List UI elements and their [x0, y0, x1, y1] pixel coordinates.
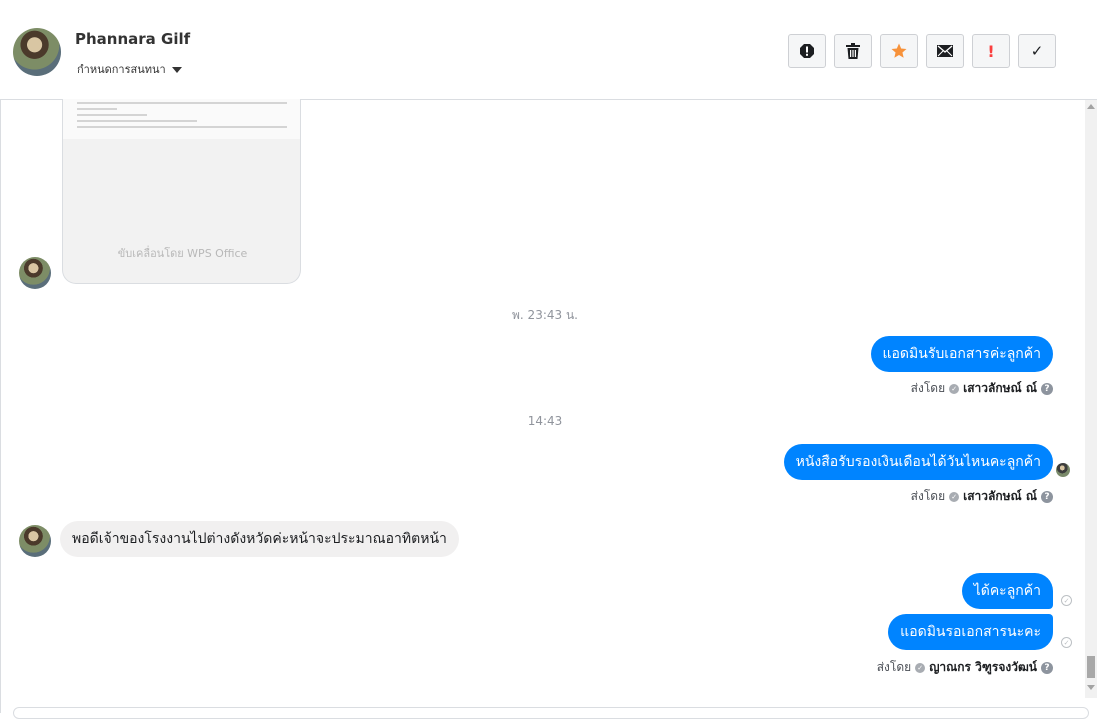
- header-actions: ! ✓: [788, 34, 1056, 68]
- outgoing-message[interactable]: หนังสือรับรองเงินเดือนได้วันไหนคะลูกค้า: [783, 444, 1053, 480]
- envelope-icon: [937, 45, 953, 57]
- scroll-down-arrow-icon[interactable]: [1087, 685, 1095, 690]
- document-line: [77, 114, 147, 116]
- sender-name[interactable]: เสาวลักษณ์ ณ์: [963, 487, 1037, 506]
- verified-icon: ✓: [915, 662, 926, 673]
- exclamation-circle-icon: [800, 44, 814, 58]
- exclamation-icon: !: [987, 41, 995, 61]
- sent-by-label: ส่งโดย: [876, 660, 912, 674]
- contact-name[interactable]: Phannara Gilf: [75, 30, 190, 48]
- sent-by-line: ส่งโดย ✓ เสาวลักษณ์ ณ์ ?: [911, 379, 1053, 398]
- document-line: [77, 102, 287, 104]
- help-icon[interactable]: ?: [1041, 661, 1053, 674]
- contact-avatar[interactable]: [13, 28, 61, 76]
- outgoing-message[interactable]: ได้คะลูกค้า: [961, 573, 1053, 609]
- sent-by-label: ส่งโดย: [910, 381, 946, 395]
- check-icon: ✓: [1030, 42, 1044, 60]
- incoming-message[interactable]: พอดีเจ้าของโรงงานไปต่างดังหวัดค่ะหน้าจะป…: [60, 521, 459, 557]
- scrollbar-thumb[interactable]: [1087, 656, 1095, 678]
- outgoing-message[interactable]: แอดมินรอเอกสารนะคะ: [888, 614, 1053, 650]
- sent-by-label: ส่งโดย: [910, 489, 946, 503]
- document-line: [77, 120, 197, 122]
- report-spam-button[interactable]: [788, 34, 826, 68]
- document-attachment-preview[interactable]: ขับเคลื่อนโดย WPS Office: [62, 99, 301, 284]
- wps-office-footer: ขับเคลื่อนโดย WPS Office: [117, 247, 248, 260]
- mark-unread-button[interactable]: [926, 34, 964, 68]
- scroll-up-arrow-icon[interactable]: [1087, 104, 1095, 109]
- seen-avatar-icon: [1056, 463, 1070, 477]
- mark-done-button[interactable]: ✓: [1018, 34, 1056, 68]
- document-page: [63, 99, 300, 139]
- caret-down-icon: [171, 66, 182, 73]
- help-icon[interactable]: ?: [1041, 382, 1053, 395]
- trash-icon: [846, 43, 860, 59]
- contact-avatar-small[interactable]: [19, 525, 51, 557]
- timestamp: พ. 23:43 น.: [512, 308, 578, 322]
- star-button[interactable]: [880, 34, 918, 68]
- conversation-options-dropdown[interactable]: กำหนดการสนทนา: [77, 60, 182, 78]
- sent-check-icon: ✓: [1061, 637, 1072, 648]
- verified-icon: ✓: [949, 383, 960, 394]
- outgoing-message[interactable]: แอดมินรับเอกสารค่ะลูกค้า: [870, 336, 1053, 372]
- contact-avatar-small[interactable]: [19, 257, 51, 289]
- sent-check-icon: ✓: [1061, 595, 1072, 606]
- delete-button[interactable]: [834, 34, 872, 68]
- message-composer[interactable]: [13, 707, 1089, 719]
- timestamp: 14:43: [527, 414, 563, 428]
- sender-name[interactable]: เสาวลักษณ์ ณ์: [963, 379, 1037, 398]
- help-icon[interactable]: ?: [1041, 490, 1053, 503]
- sent-by-line: ส่งโดย ✓ ญาณกร วิฑูรจงวัฒน์ ?: [877, 658, 1053, 677]
- sender-name[interactable]: ญาณกร วิฑูรจงวัฒน์: [929, 658, 1037, 677]
- message-scrollbar[interactable]: [1085, 100, 1097, 698]
- conversation-options-label: กำหนดการสนทนา: [77, 63, 166, 76]
- conversation-header: Phannara Gilf กำหนดการสนทนา ! ✓: [0, 0, 1097, 100]
- document-line: [77, 108, 117, 110]
- star-icon: [891, 43, 907, 58]
- sent-by-line: ส่งโดย ✓ เสาวลักษณ์ ณ์ ?: [911, 487, 1053, 506]
- mark-important-button[interactable]: !: [972, 34, 1010, 68]
- verified-icon: ✓: [949, 491, 960, 502]
- document-line: [77, 126, 287, 128]
